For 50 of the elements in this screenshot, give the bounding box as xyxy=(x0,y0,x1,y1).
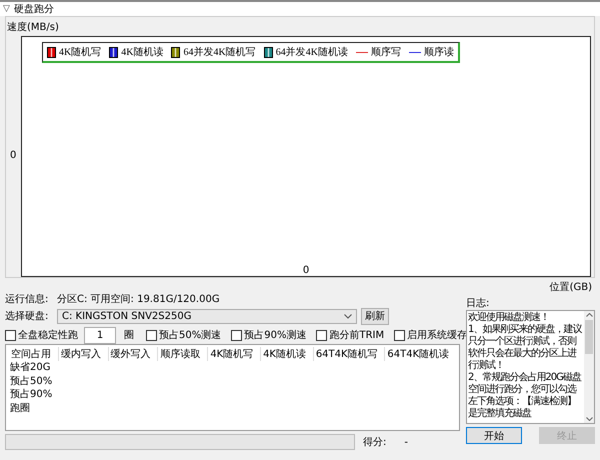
legend-label: 顺序读 xyxy=(424,46,454,59)
legend-label: 顺序写 xyxy=(370,46,401,59)
table-cell-text: 缺省20G xyxy=(9,360,50,374)
start-button[interactable]: 开始 xyxy=(466,427,522,444)
table-cell-text: 预占90% xyxy=(9,388,52,402)
info-text: 分区C: 可用空间: 19.81G/120.00G xyxy=(57,292,220,306)
column-header: 顺序读取 xyxy=(158,346,208,361)
checkbox[interactable] xyxy=(316,330,328,340)
column-header: 4K随机写 xyxy=(208,346,262,361)
checkbox[interactable] xyxy=(5,330,16,340)
axis-tick-label: 0 xyxy=(9,150,18,160)
column-header: 4K随机读 xyxy=(261,346,314,361)
refresh-button[interactable]: 刷新 xyxy=(361,308,389,324)
unit-label: 圈 xyxy=(124,329,134,342)
axis-tick-label: 0 xyxy=(302,265,310,276)
legend-label: 4K随机写 xyxy=(59,46,102,59)
scrollbar[interactable] xyxy=(584,311,594,423)
caret-icon xyxy=(344,314,352,318)
info-label: 运行信息: xyxy=(5,292,50,306)
checkbox[interactable] xyxy=(394,330,406,340)
table-cell-text: 跑圈 xyxy=(9,402,30,415)
checkbox[interactable] xyxy=(146,330,157,340)
disk-dropdown[interactable]: C: KINGSTON SNV2S250G xyxy=(57,308,357,324)
axis-label: 速度(MB/s) xyxy=(6,20,60,33)
table-cell-text: 预占50% xyxy=(9,374,52,388)
column-header: 缓外写入 xyxy=(108,346,158,361)
scroll-down-icon[interactable] xyxy=(586,417,592,421)
window-title: 硬盘跑分 xyxy=(14,3,54,16)
checkbox-label: 跑分前TRIM xyxy=(329,329,384,342)
legend-label: 64并发4K随机读 xyxy=(276,46,348,59)
column-header: 空间占用 xyxy=(9,346,59,361)
column-header: 64T4K随机写 xyxy=(314,346,386,361)
legend-label: 4K随机读 xyxy=(121,46,164,59)
score-value: - xyxy=(404,436,408,448)
checkbox-label: 预占50%测速 xyxy=(159,328,222,342)
scroll-up-icon[interactable] xyxy=(586,313,592,317)
checkbox-label: 启用系统缓存 xyxy=(407,328,468,342)
log-text: 欢迎使用磁盘测速！ 1、如果刚买来的硬盘，建议只分一个区进行测试，否则软件只会在最大的分区上进行测试！ 2、常规跑分会占用20G磁盘空间进行跑分，您可以勾选左下角选项：【满速检测】是完整填充磁盘 xyxy=(467,311,583,421)
collapse-icon[interactable]: ▽ xyxy=(3,4,10,14)
score-label: 得分: xyxy=(363,436,386,449)
column-header: 64T4K随机读 xyxy=(386,348,450,361)
log-label: 日志: xyxy=(466,296,490,310)
axis-label: 位置(GB) xyxy=(550,280,592,292)
checkbox-label: 全盘稳定性跑 xyxy=(18,328,78,342)
checkbox-label: 预占90%测速 xyxy=(244,328,306,342)
column-header: 缓内写入 xyxy=(58,346,109,361)
field-label: 选择硬盘: xyxy=(5,310,50,323)
checkbox[interactable] xyxy=(231,330,242,340)
legend-label: 64并发4K随机写 xyxy=(183,46,256,59)
number-field[interactable]: 1 xyxy=(84,326,116,344)
